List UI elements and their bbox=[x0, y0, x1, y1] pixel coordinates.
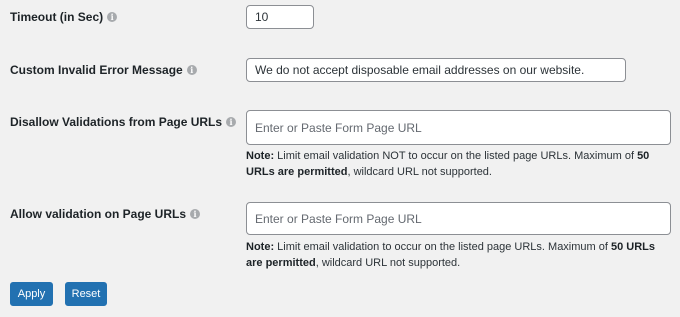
allow-note-text2: , wildcard URL not supported. bbox=[315, 257, 461, 269]
disallow-note-text1: Limit email validation NOT to occur on t… bbox=[274, 150, 638, 162]
allow-note: Note: Limit email validation to occur on… bbox=[246, 239, 666, 271]
info-icon[interactable]: i bbox=[107, 12, 118, 22]
reset-button[interactable]: Reset bbox=[65, 282, 107, 306]
info-icon[interactable]: i bbox=[190, 209, 201, 219]
disallow-url-placeholder: Enter or Paste Form Page URL bbox=[255, 120, 422, 135]
allow-url-placeholder: Enter or Paste Form Page URL bbox=[255, 211, 422, 226]
custom-error-label-text: Custom Invalid Error Message bbox=[10, 63, 183, 77]
info-icon[interactable]: i bbox=[226, 117, 237, 127]
custom-error-label: Custom Invalid Error Message i bbox=[10, 63, 197, 77]
allow-url-input[interactable]: Enter or Paste Form Page URL bbox=[246, 202, 671, 235]
allow-label: Allow validation on Page URLs i bbox=[10, 207, 201, 221]
apply-button[interactable]: Apply bbox=[10, 282, 53, 306]
info-icon[interactable]: i bbox=[186, 65, 197, 75]
disallow-note: Note: Limit email validation NOT to occu… bbox=[246, 148, 666, 180]
timeout-input[interactable]: 10 bbox=[246, 5, 314, 29]
disallow-url-input[interactable]: Enter or Paste Form Page URL bbox=[246, 110, 671, 145]
timeout-label: Timeout (in Sec) i bbox=[10, 10, 118, 24]
custom-error-value: We do not accept disposable email addres… bbox=[255, 63, 585, 77]
timeout-value: 10 bbox=[255, 10, 269, 24]
disallow-label-text: Disallow Validations from Page URLs bbox=[10, 115, 223, 129]
disallow-note-prefix: Note: bbox=[246, 150, 275, 162]
allow-label-text: Allow validation on Page URLs bbox=[10, 207, 187, 221]
allow-note-prefix: Note: bbox=[246, 241, 275, 253]
disallow-note-text2: , wildcard URL not supported. bbox=[347, 166, 492, 178]
custom-error-input[interactable]: We do not accept disposable email addres… bbox=[246, 58, 626, 82]
allow-note-text1: Limit email validation to occur on the l… bbox=[274, 241, 611, 253]
timeout-label-text: Timeout (in Sec) bbox=[10, 10, 104, 24]
disallow-label: Disallow Validations from Page URLs i bbox=[10, 115, 237, 129]
